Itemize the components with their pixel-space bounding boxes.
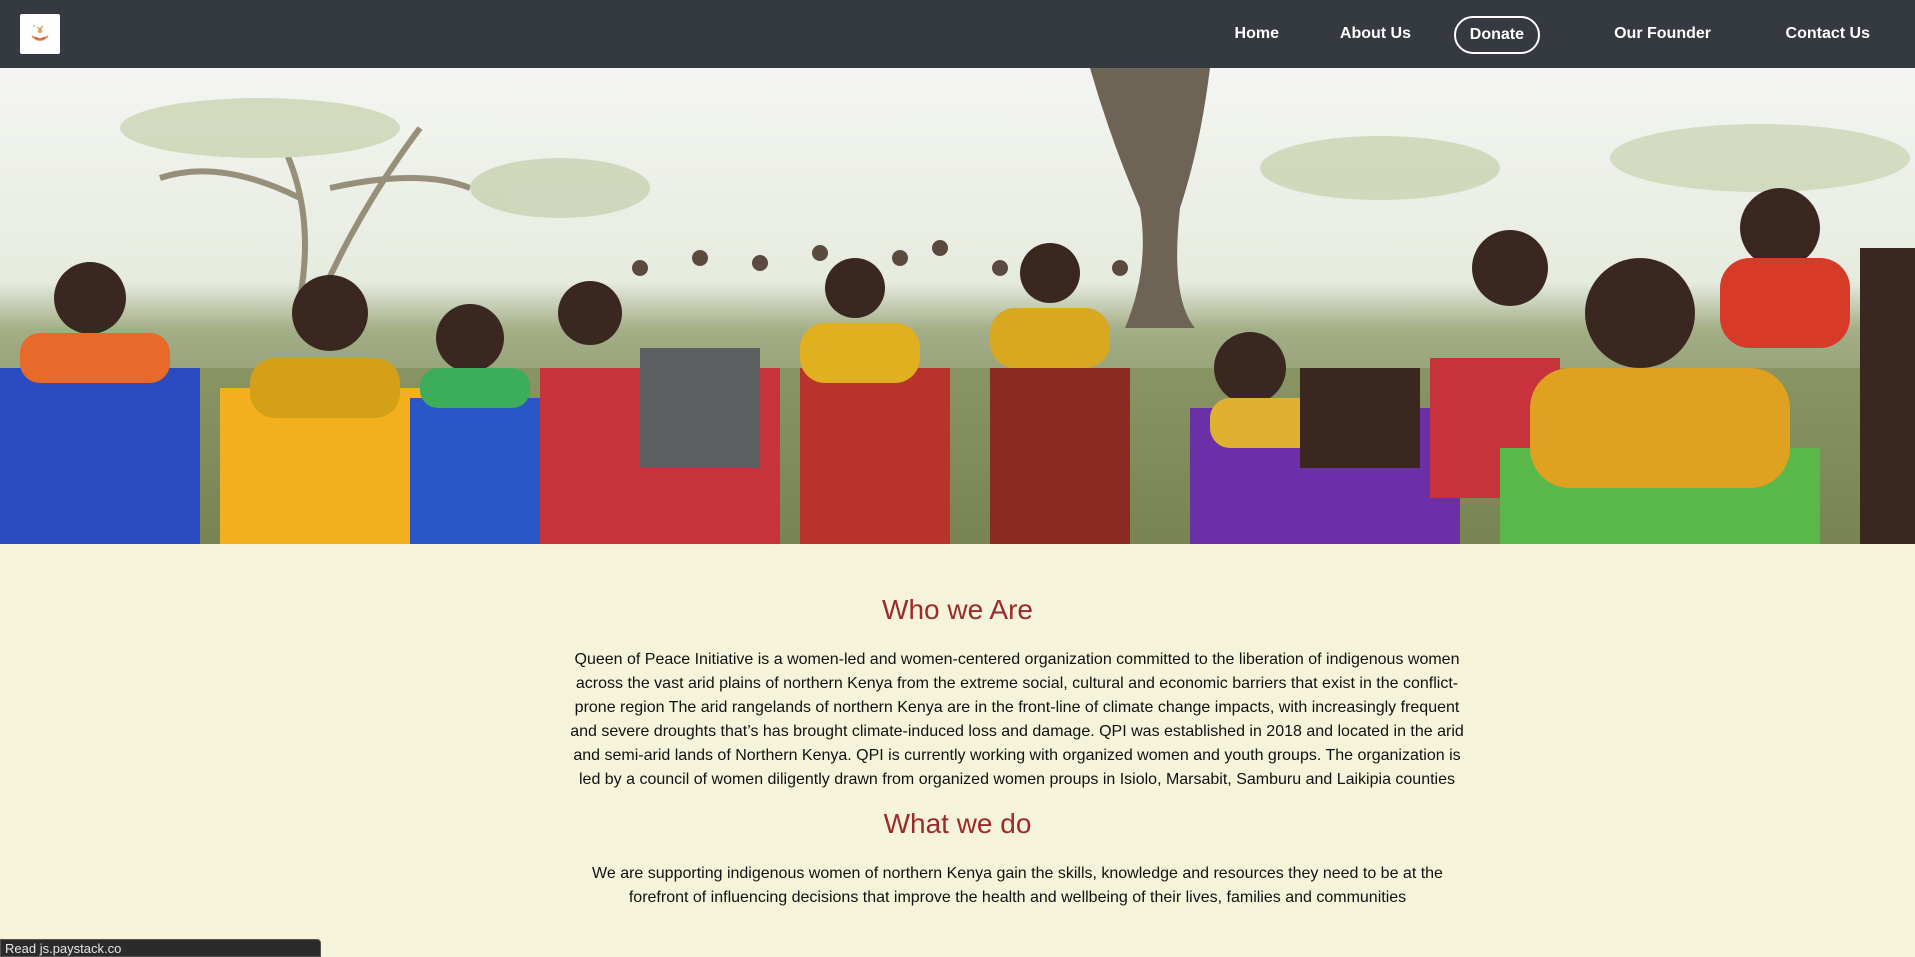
who-we-are-text: Queen of Peace Initiative is a women-led… bbox=[570, 651, 1464, 788]
what-we-do-text: We are supporting indigenous women of no… bbox=[592, 865, 1443, 906]
nav-founder-link[interactable]: Our Founder bbox=[1614, 0, 1711, 68]
browser-status-bar: Read js.paystack.co bbox=[0, 939, 321, 957]
top-navbar: Home About Us Donate Our Founder Contact… bbox=[0, 0, 1915, 68]
site-logo[interactable] bbox=[20, 14, 60, 54]
nav-home-link[interactable]: Home bbox=[1235, 0, 1279, 68]
what-we-do-title: What we do bbox=[883, 808, 1032, 839]
hero-image bbox=[0, 68, 1915, 544]
group-of-women-gathering-photo bbox=[0, 68, 1915, 544]
who-we-are-title: Who we Are bbox=[882, 594, 1033, 625]
nav-about-link[interactable]: About Us bbox=[1340, 0, 1411, 68]
nav-contact-link[interactable]: Contact Us bbox=[1786, 0, 1870, 68]
dove-logo-icon bbox=[31, 25, 49, 41]
main-content: Who we Are Queen of Peace Initiative is … bbox=[0, 544, 1915, 957]
nav-donate-button[interactable]: Donate bbox=[1453, 16, 1540, 54]
